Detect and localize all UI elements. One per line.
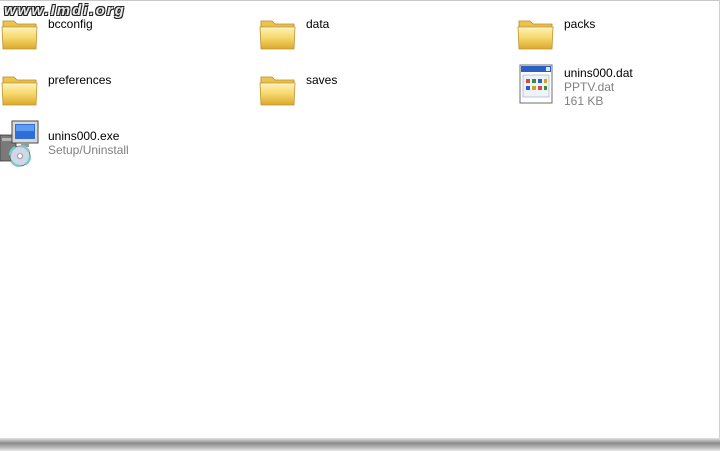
item-name: preferences (48, 73, 112, 87)
item-name: unins000.dat (564, 66, 633, 80)
top-border (0, 0, 720, 1)
watermark-text: www.Imdi.org (4, 2, 126, 19)
file-item-unins000-exe[interactable]: unins000.exe Setup/Uninstall (0, 119, 129, 167)
folder-item-preferences[interactable]: preferences (0, 69, 111, 109)
dat-file-icon (519, 64, 553, 104)
folder-item-packs[interactable]: packs (516, 13, 595, 53)
folder-item-bcconfig[interactable]: bcconfig (0, 13, 93, 53)
item-name: unins000.exe (48, 129, 120, 143)
folder-item-saves[interactable]: saves (258, 69, 337, 109)
item-name: bcconfig (48, 17, 93, 31)
folder-icon (258, 13, 298, 53)
folder-item-data[interactable]: data (258, 13, 329, 53)
item-name: data (306, 17, 330, 31)
window-bottom-edge (0, 438, 720, 451)
item-name: saves (306, 73, 338, 87)
folder-icon (516, 13, 556, 53)
folder-icon (0, 13, 40, 53)
item-type: PPTV.dat (564, 80, 615, 94)
item-type: Setup/Uninstall (48, 143, 129, 157)
file-item-unins000-dat[interactable]: unins000.dat PPTV.dat 161 KB (516, 64, 633, 108)
item-size: 161 KB (564, 94, 604, 108)
folder-icon (0, 69, 40, 109)
setup-exe-icon (0, 120, 39, 167)
folder-icon (258, 69, 298, 109)
item-name: packs (564, 17, 596, 31)
